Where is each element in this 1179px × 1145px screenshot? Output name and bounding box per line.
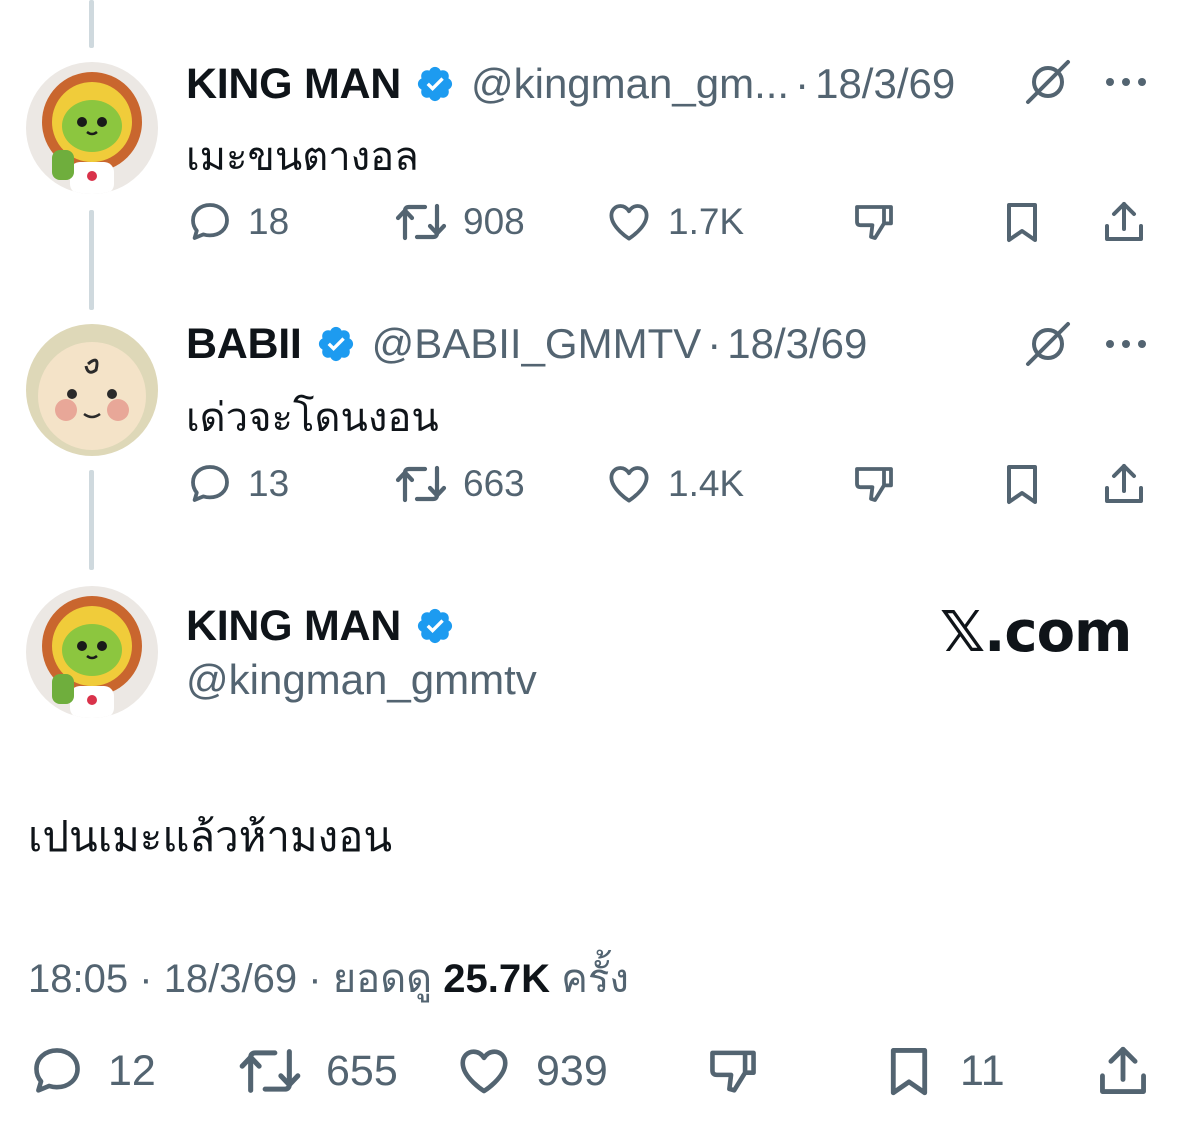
separator: ·	[139, 957, 153, 1001]
separator: ·	[308, 957, 322, 1001]
reply-count: 18	[248, 201, 290, 242]
views-suffix: ครั้ง	[561, 957, 629, 1001]
repost-count: 908	[463, 201, 525, 242]
tweet-header: BABII @BABII_GMMTV · 18/3/69	[186, 316, 867, 372]
like-button[interactable]: 1.4K	[604, 460, 744, 508]
reply-button[interactable]: 18	[186, 198, 289, 246]
display-name[interactable]: BABII	[186, 320, 302, 369]
share-icon	[1105, 202, 1143, 241]
reply-button[interactable]: 12	[28, 1042, 156, 1100]
thread-line	[89, 210, 94, 310]
tweet-date[interactable]: 18/3/69	[727, 320, 867, 368]
repost-button[interactable]: 655	[236, 1042, 398, 1100]
share-button[interactable]	[1094, 1042, 1152, 1100]
display-name[interactable]: KING MAN	[186, 602, 401, 651]
display-name[interactable]: KING MAN	[186, 60, 401, 109]
verified-badge-icon	[318, 326, 353, 362]
dislike-button[interactable]	[850, 460, 898, 508]
bookmark-count: 11	[960, 1046, 1005, 1095]
like-count: 1.7K	[668, 201, 745, 242]
like-count: 1.4K	[668, 463, 745, 504]
tweet-date[interactable]: 18/3/69	[815, 60, 955, 108]
thumbs-down-icon	[710, 1050, 756, 1093]
reply-icon	[191, 465, 229, 502]
lion-mascot-avatar-icon	[26, 62, 158, 194]
like-button[interactable]: 939	[454, 1042, 608, 1100]
separator: ·	[707, 320, 722, 367]
repost-icon	[395, 465, 447, 503]
repost-count: 655	[326, 1046, 398, 1095]
tweet-text: เมะขนตางอล	[186, 135, 419, 179]
bookmark-icon	[1007, 203, 1037, 242]
grok-icon[interactable]	[1022, 318, 1074, 370]
avatar[interactable]	[26, 62, 158, 194]
views-label: ยอดดู	[332, 957, 433, 1001]
bookmark-icon	[1007, 465, 1037, 504]
tweet-time[interactable]: 18:05	[28, 957, 128, 1001]
heart-icon	[609, 466, 649, 503]
baby-face-avatar-icon	[26, 324, 158, 456]
reply-icon	[34, 1048, 80, 1093]
like-button[interactable]: 1.7K	[604, 198, 744, 246]
tweet-date[interactable]: 18/3/69	[164, 957, 297, 1001]
reply-button[interactable]: 13	[186, 460, 289, 508]
more-options-icon[interactable]	[1104, 334, 1148, 354]
bookmark-button[interactable]	[998, 198, 1046, 246]
main-tweet-header: KING MAN	[186, 598, 455, 654]
avatar[interactable]	[26, 586, 158, 718]
share-button[interactable]	[1100, 198, 1148, 246]
thread-line	[89, 470, 94, 570]
repost-count: 663	[463, 463, 525, 504]
repost-button[interactable]: 908	[393, 198, 525, 246]
share-icon	[1100, 1046, 1146, 1094]
heart-icon	[460, 1049, 508, 1094]
reply-count: 13	[248, 463, 290, 504]
thumbs-down-icon	[855, 205, 893, 240]
reply-count: 12	[108, 1046, 156, 1095]
thread-line	[89, 0, 94, 48]
thumbs-down-icon	[855, 467, 893, 502]
dislike-button[interactable]	[704, 1042, 762, 1100]
repost-icon	[239, 1049, 301, 1093]
grok-icon[interactable]	[1022, 56, 1074, 108]
handle[interactable]: @BABII_GMMTV	[372, 320, 702, 368]
main-tweet-text: เปนเมะแล้วห้ามงอน	[28, 813, 393, 860]
reply-icon	[191, 203, 229, 240]
share-icon	[1105, 464, 1143, 503]
share-button[interactable]	[1100, 460, 1148, 508]
tweet-text: เด่วจะโดนงอน	[186, 396, 439, 440]
bookmark-button[interactable]: 11	[880, 1042, 1005, 1100]
tweet-header: KING MAN @kingman_gm... · 18/3/69	[186, 56, 955, 112]
tweet-meta: 18:05 · 18/3/69 · ยอดดู 25.7K ครั้ง	[28, 946, 629, 1010]
bookmark-button[interactable]	[998, 460, 1046, 508]
x-com-watermark: 𝕏.com	[940, 600, 1132, 665]
separator: ·	[795, 60, 810, 107]
lion-mascot-avatar-icon	[26, 586, 158, 718]
dislike-button[interactable]	[850, 198, 898, 246]
handle[interactable]: @kingman_gmmtv	[186, 656, 537, 704]
views-count: 25.7K	[443, 957, 551, 1001]
more-options-icon[interactable]	[1104, 72, 1148, 92]
repost-button[interactable]: 663	[393, 460, 525, 508]
avatar[interactable]	[26, 324, 158, 456]
verified-badge-icon	[417, 66, 453, 102]
bookmark-icon	[890, 1048, 928, 1096]
like-count: 939	[536, 1046, 608, 1095]
heart-icon	[609, 204, 649, 241]
repost-icon	[395, 203, 447, 241]
handle[interactable]: @kingman_gm...	[471, 60, 789, 108]
verified-badge-icon	[417, 608, 453, 644]
